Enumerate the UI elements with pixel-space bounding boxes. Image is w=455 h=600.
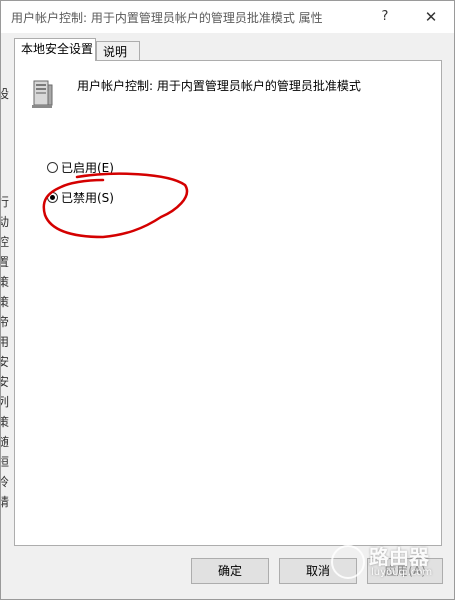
help-button[interactable]: ?: [373, 5, 397, 29]
close-button[interactable]: ✕: [417, 5, 445, 29]
red-circle-annotation: [42, 172, 189, 239]
properties-dialog: 用户帐户控制: 用于内置管理员帐户的管理员批准模式 属性 ? ✕ 设 行 动 控…: [0, 0, 455, 600]
radio-enabled-label[interactable]: 已启用(E): [61, 159, 114, 176]
background-window-fragment: 设 行 动 控 置 策 策 帝 用 安 安 列 策 随 桓 冷 请: [1, 87, 9, 509]
title-bar[interactable]: 用户帐户控制: 用于内置管理员帐户的管理员批准模式 属性 ? ✕: [1, 1, 454, 33]
tab-local-security-setting[interactable]: 本地安全设置: [14, 38, 96, 61]
window-title: 用户帐户控制: 用于内置管理员帐户的管理员批准模式 属性: [11, 11, 323, 25]
ok-button[interactable]: 确定: [191, 558, 269, 584]
tab-explain[interactable]: 说明: [96, 41, 140, 62]
settings-panel: 用户帐户控制: 用于内置管理员帐户的管理员批准模式 已启用(E) 已禁用(S): [14, 60, 442, 546]
radio-enabled[interactable]: 已启用(E): [47, 159, 114, 175]
apply-button[interactable]: 应用(A): [367, 558, 443, 584]
radio-disabled-label[interactable]: 已禁用(S): [61, 189, 114, 206]
policy-title: 用户帐户控制: 用于内置管理员帐户的管理员批准模式: [77, 79, 361, 93]
cancel-button[interactable]: 取消: [279, 558, 357, 584]
server-computer-icon: [32, 80, 53, 108]
radio-button-unchecked[interactable]: [47, 161, 58, 173]
radio-disabled[interactable]: 已禁用(S): [47, 189, 114, 205]
radio-button-checked[interactable]: [47, 191, 58, 203]
